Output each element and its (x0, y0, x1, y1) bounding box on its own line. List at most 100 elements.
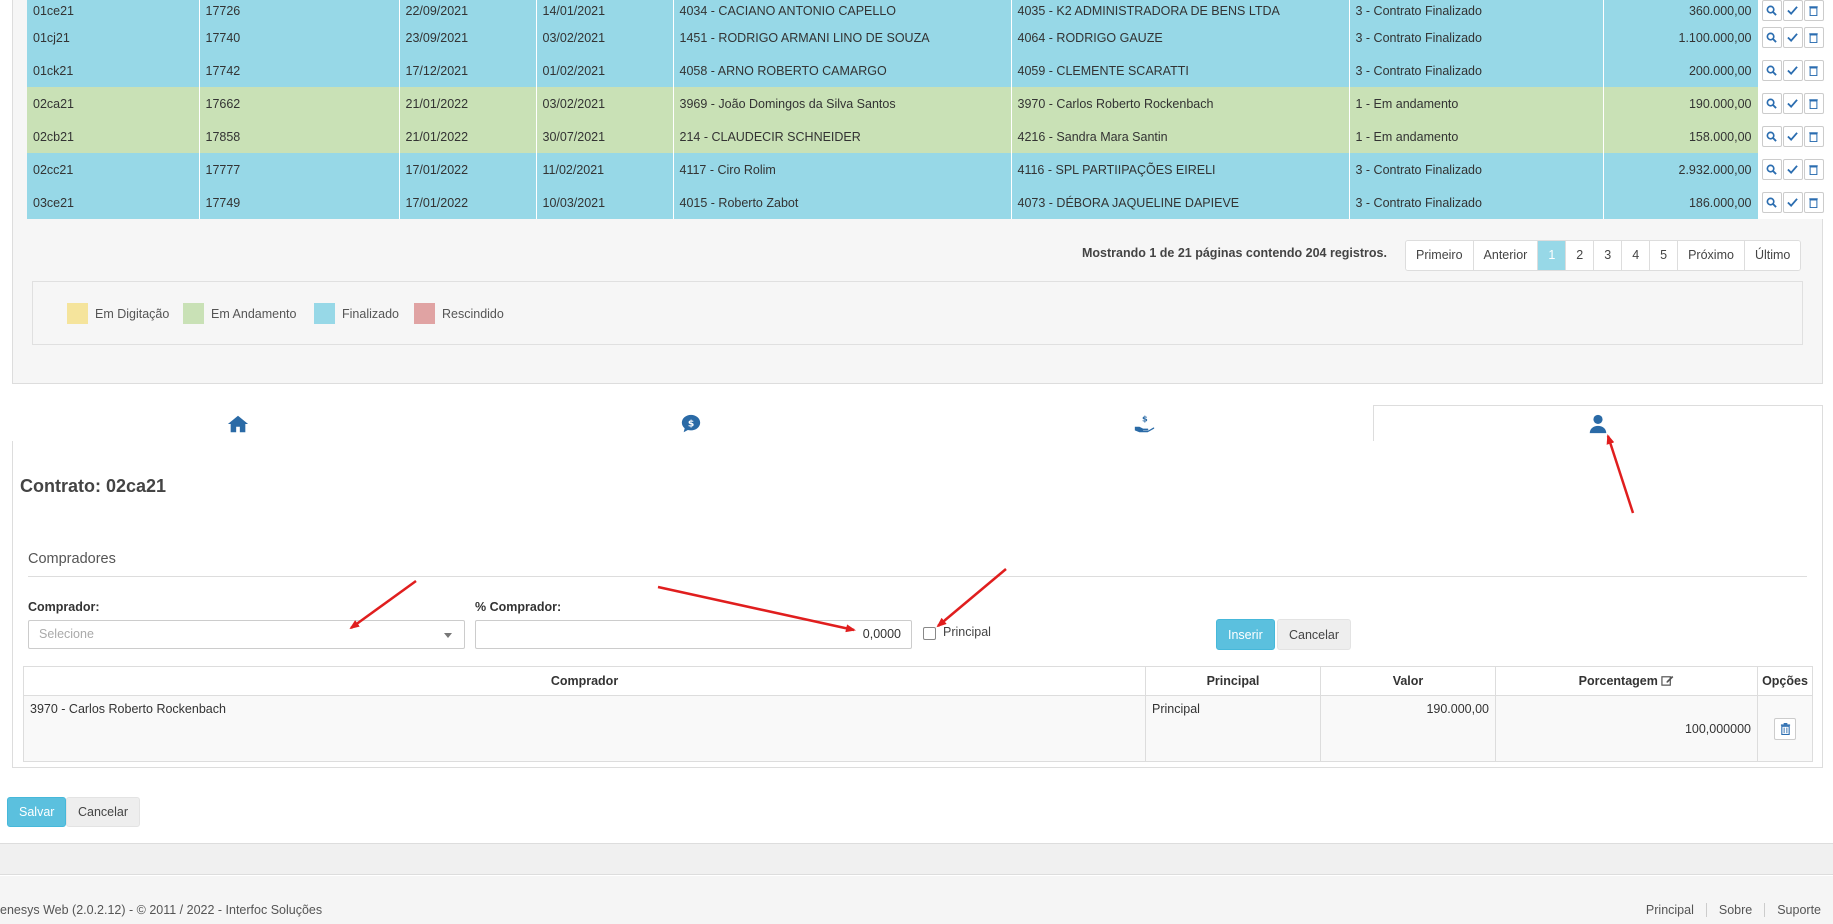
contract-code: 01cj21 (27, 21, 200, 54)
view-button[interactable] (1761, 93, 1782, 114)
view-button[interactable] (1761, 126, 1782, 147)
pager-prev[interactable]: Anterior (1473, 241, 1539, 270)
delete-button[interactable] (1803, 159, 1824, 180)
contract-date: 22/09/2021 (399, 0, 537, 21)
table-row[interactable]: 01cj21 17740 23/09/2021 03/02/2021 1451 - RO… (27, 21, 1831, 54)
principal-checkbox[interactable] (923, 627, 936, 640)
edit-icon[interactable] (1661, 674, 1674, 687)
table-row[interactable]: 01ck21 17742 17/12/2021 01/02/2021 4058 - AR… (27, 54, 1831, 87)
row-actions (1758, 21, 1831, 54)
contract-value: 200.000,00 (1603, 54, 1759, 87)
view-button[interactable] (1761, 159, 1782, 180)
pager-page[interactable]: 4 (1622, 241, 1651, 270)
delete-buyer-button[interactable] (1774, 717, 1796, 740)
contracts-table: 01ce21 17726 22/09/2021 14/01/2021 4034 - CA… (27, 0, 1831, 219)
pager-page[interactable]: 3 (1594, 241, 1623, 270)
tab-home[interactable] (12, 405, 464, 442)
search-icon (1766, 5, 1777, 16)
footer-link-sobre[interactable]: Sobre (1705, 903, 1764, 917)
pager-next[interactable]: Próximo (1678, 241, 1745, 270)
buyer-valor: 190.000,00 (1320, 695, 1496, 762)
principal-label: Principal (943, 625, 991, 639)
delete-button[interactable] (1803, 60, 1824, 81)
pager-page[interactable]: 5 (1650, 241, 1679, 270)
confirm-button[interactable] (1782, 27, 1803, 48)
confirm-button[interactable] (1782, 0, 1803, 21)
confirm-button[interactable] (1782, 159, 1803, 180)
confirm-button[interactable] (1782, 60, 1803, 81)
contract-date: 21/01/2022 (399, 87, 537, 120)
trash-icon (1809, 66, 1818, 77)
contract-number: 17777 (199, 153, 400, 186)
section-divider (28, 576, 1807, 577)
tab-financial[interactable]: $ (464, 405, 917, 442)
col-porcentagem[interactable]: Porcentagem (1495, 666, 1758, 696)
view-button[interactable] (1761, 27, 1782, 48)
tab-buyers[interactable] (1373, 405, 1823, 443)
confirm-button[interactable] (1782, 126, 1803, 147)
user-icon (1589, 414, 1607, 434)
delete-button[interactable] (1803, 192, 1824, 213)
legend-swatch (414, 303, 435, 324)
legend-swatch (183, 303, 204, 324)
check-icon (1787, 66, 1798, 76)
contract-number: 17740 (199, 21, 400, 54)
confirm-button[interactable] (1782, 93, 1803, 114)
view-button[interactable] (1761, 60, 1782, 81)
view-button[interactable] (1761, 192, 1782, 213)
home-icon (227, 415, 249, 432)
buyer: 4059 - CLEMENTE SCARATTI (1011, 54, 1350, 87)
footer-links: Principal Sobre Suporte (1634, 903, 1833, 917)
buyer: 4035 - K2 ADMINISTRADORA DE BENS LTDA (1011, 0, 1350, 21)
row-actions (1758, 120, 1831, 153)
tab-payments[interactable]: $ (917, 405, 1370, 442)
delete-button[interactable] (1803, 0, 1824, 21)
table-row[interactable]: 03ce21 17749 17/01/2022 10/03/2021 4015 - Ro… (27, 186, 1831, 219)
delete-button[interactable] (1803, 93, 1824, 114)
contract-date-2: 03/02/2021 (536, 87, 674, 120)
pct-input[interactable]: 0,0000 (475, 620, 912, 649)
table-row[interactable]: 02cb21 17858 21/01/2022 30/07/2021 214 - CLA… (27, 120, 1831, 153)
buyer-select[interactable]: Selecione (28, 620, 465, 649)
table-row: 3970 - Carlos Roberto Rockenbach Princip… (23, 695, 1813, 762)
pager-page[interactable]: 2 (1566, 241, 1595, 270)
footer-link-principal[interactable]: Principal (1634, 903, 1706, 917)
contract-date: 21/01/2022 (399, 120, 537, 153)
legend-swatch (314, 303, 335, 324)
insert-button[interactable]: Inserir (1216, 619, 1275, 650)
table-row[interactable]: 01ce21 17726 22/09/2021 14/01/2021 4034 - CA… (27, 0, 1831, 21)
legend-label: Em Andamento (211, 306, 297, 321)
contract-date: 17/01/2022 (399, 186, 537, 219)
cancel-button[interactable]: Cancelar (66, 797, 141, 827)
confirm-button[interactable] (1782, 192, 1803, 213)
pager-page[interactable]: 1 (1538, 241, 1567, 270)
cancel-insert-button[interactable]: Cancelar (1277, 619, 1352, 650)
footer-copyright: enesys Web (2.0.2.12) - © 2011 / 2022 - … (0, 903, 323, 917)
contract-code: 03ce21 (27, 186, 200, 219)
seller: 3969 - João Domingos da Silva Santos (673, 87, 1012, 120)
delete-button[interactable] (1803, 126, 1824, 147)
table-row[interactable]: 02cc21 17777 17/01/2022 11/02/2021 4117 - Ci… (27, 153, 1831, 186)
hand-money-icon: $ (1134, 413, 1154, 432)
row-actions (1758, 186, 1831, 219)
footer-link-suporte[interactable]: Suporte (1764, 903, 1833, 917)
pager-first[interactable]: Primeiro (1406, 241, 1474, 270)
seller: 4117 - Ciro Rolim (673, 153, 1012, 186)
contract-value: 186.000,00 (1603, 186, 1759, 219)
table-row[interactable]: 02ca21 17662 21/01/2022 03/02/2021 3969 - Jo… (27, 87, 1831, 120)
contract-value: 2.932.000,00 (1603, 153, 1759, 186)
trash-icon (1809, 132, 1818, 143)
delete-button[interactable] (1803, 27, 1824, 48)
buyer: 4116 - SPL PARTIIPAÇÕES EIRELI (1011, 153, 1350, 186)
trash-icon (1809, 99, 1818, 110)
save-button[interactable]: Salvar (7, 797, 67, 827)
view-button[interactable] (1761, 0, 1782, 21)
pager-last[interactable]: Último (1744, 241, 1801, 270)
contract-status: 3 - Contrato Finalizado (1349, 153, 1604, 186)
buyer: 3970 - Carlos Roberto Rockenbach (1011, 87, 1350, 120)
legend-label: Finalizado (342, 306, 399, 321)
money-chat-icon: $ (681, 414, 700, 432)
contract-code: 02ca21 (27, 87, 200, 120)
contract-code: 02cc21 (27, 153, 200, 186)
legend-label: Em Digitação (95, 306, 170, 321)
